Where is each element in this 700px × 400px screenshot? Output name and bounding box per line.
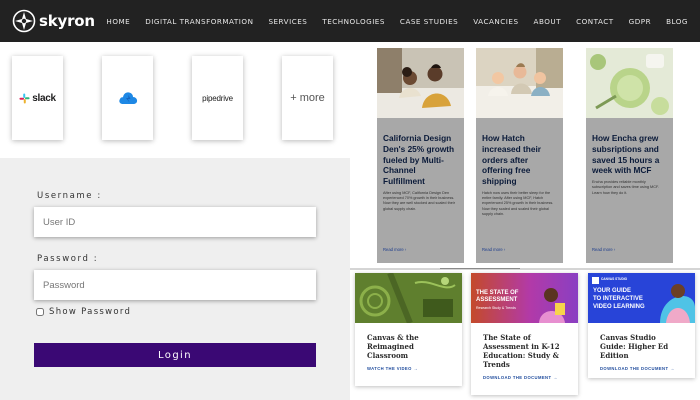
logo-text: skyron xyxy=(39,12,95,30)
resource-title: Canvas & the Reimagined Classroom xyxy=(367,333,419,360)
pipedrive-label: pipedrive xyxy=(202,93,233,103)
case-study-title: How Encha grew subsriptions and saved 15… xyxy=(592,133,660,176)
case-study-image xyxy=(586,48,673,118)
nav-item-home[interactable]: HOME xyxy=(106,17,130,26)
cloud-icon xyxy=(118,92,137,104)
resource-banner-image xyxy=(355,273,462,323)
case-study-description: Encha provides reliable monthly subscrip… xyxy=(592,180,659,195)
banner-heading-line-2: ASSESSMENT xyxy=(476,297,518,303)
integration-card-pipedrive[interactable]: pipedrive xyxy=(192,56,243,140)
case-study-read-more-link[interactable]: Read more › xyxy=(482,247,505,252)
case-study-description: After using MCF, California Design Den e… xyxy=(383,190,455,211)
password-input[interactable] xyxy=(34,270,316,300)
slack-icon xyxy=(19,92,30,104)
integrations-strip: slack pipedrive + more xyxy=(0,42,350,158)
integration-card-cloud[interactable] xyxy=(102,56,153,140)
case-study-card-hatch[interactable]: How Hatch increased their orders after o… xyxy=(476,48,563,263)
main-menu: HOME DIGITAL TRANSFORMATION SERVICES TEC… xyxy=(106,0,688,42)
resource-banner-image: THE STATE OF ASSESSMENT Research Study &… xyxy=(471,273,578,323)
resource-title: The State of Assessment in K-12 Educatio… xyxy=(483,333,560,369)
top-navigation-bar: skyron HOME DIGITAL TRANSFORMATION SERVI… xyxy=(0,0,700,42)
nav-item-about[interactable]: ABOUT xyxy=(534,17,562,26)
section-divider-accent xyxy=(440,268,520,269)
resource-download-link[interactable]: DOWNLOAD THE DOCUMENT → xyxy=(588,360,695,371)
banner-brand: CANVAS STUDIO xyxy=(601,277,628,281)
skyron-logo[interactable]: skyron xyxy=(12,9,95,33)
case-study-image xyxy=(377,48,464,118)
integration-card-slack[interactable]: slack xyxy=(12,56,63,140)
show-password-checkbox[interactable] xyxy=(36,308,44,316)
resource-download-link[interactable]: DOWNLOAD THE DOCUMENT → xyxy=(471,369,578,380)
more-integrations-label: + more xyxy=(290,92,325,104)
case-study-read-more-link[interactable]: Read more › xyxy=(383,247,406,252)
slack-logo: slack xyxy=(19,93,56,104)
resource-card-canvas-studio-guide[interactable]: CANVAS STUDIO YOUR GUIDE TO INTERACTIVE … xyxy=(588,273,695,378)
show-password-label: Show Password xyxy=(49,307,132,317)
login-button[interactable]: Login xyxy=(34,343,316,367)
banner-heading-line-1: YOUR GUIDE xyxy=(593,288,632,294)
case-study-title: California Design Den's 25% growth fuele… xyxy=(383,133,455,187)
nav-item-digital-transformation[interactable]: DIGITAL TRANSFORMATION xyxy=(145,17,253,26)
banner-subheading: Research Study & Trends xyxy=(476,306,516,310)
nav-item-technologies[interactable]: TECHNOLOGIES xyxy=(322,17,385,26)
username-label: Username : xyxy=(37,191,102,201)
case-study-description: Hatch now uses their better sleep for th… xyxy=(482,190,554,216)
case-study-title: How Hatch increased their orders after o… xyxy=(482,133,542,187)
banner-heading-line-3: VIDEO LEARNING xyxy=(593,304,645,310)
integration-card-more[interactable]: + more xyxy=(282,56,333,140)
username-input[interactable] xyxy=(34,207,316,237)
slack-label: slack xyxy=(32,92,56,104)
case-study-image xyxy=(476,48,563,118)
case-study-card-encha[interactable]: How Encha grew subsriptions and saved 15… xyxy=(586,48,673,263)
resource-watch-video-link[interactable]: WATCH THE VIDEO → xyxy=(355,360,462,371)
resource-card-state-of-assessment[interactable]: THE STATE OF ASSESSMENT Research Study &… xyxy=(471,273,578,395)
case-study-card-california-design-den[interactable]: California Design Den's 25% growth fuele… xyxy=(377,48,464,263)
banner-heading-line-1: THE STATE OF xyxy=(476,290,519,296)
right-panel: California Design Den's 25% growth fuele… xyxy=(350,42,700,400)
case-study-read-more-link[interactable]: Read more › xyxy=(592,247,615,252)
skyron-logo-icon xyxy=(12,9,36,33)
nav-item-gdpr[interactable]: GDPR xyxy=(629,17,651,26)
nav-item-contact[interactable]: CONTACT xyxy=(576,17,614,26)
nav-item-blog[interactable]: BLOG xyxy=(666,17,688,26)
banner-heading-line-2: TO INTERACTIVE xyxy=(593,296,643,302)
nav-item-case-studies[interactable]: CASE STUDIES xyxy=(400,17,458,26)
section-divider xyxy=(350,268,700,270)
nav-item-services[interactable]: SERVICES xyxy=(268,17,307,26)
resource-title: Canvas Studio Guide: Higher Ed Edition xyxy=(600,333,669,360)
resource-banner-image: CANVAS STUDIO YOUR GUIDE TO INTERACTIVE … xyxy=(588,273,695,323)
resource-card-canvas-classroom[interactable]: Canvas & the Reimagined Classroom WATCH … xyxy=(355,273,462,386)
show-password-toggle[interactable]: Show Password xyxy=(36,307,131,317)
nav-item-vacancies[interactable]: VACANCIES xyxy=(473,17,518,26)
password-label: Password : xyxy=(37,254,99,264)
